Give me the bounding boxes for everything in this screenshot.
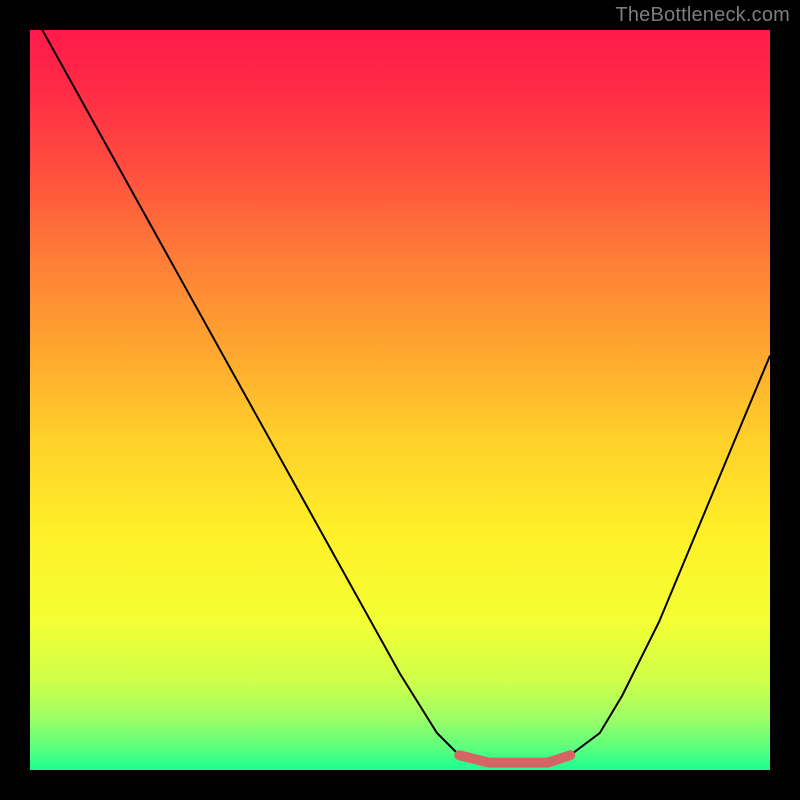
chart-frame: TheBottleneck.com — [0, 0, 800, 800]
optimal-range-curve — [459, 755, 570, 762]
plot-area — [30, 30, 770, 770]
curve-layer — [30, 30, 770, 770]
bottleneck-curve — [30, 30, 770, 763]
attribution-text: TheBottleneck.com — [615, 4, 790, 27]
